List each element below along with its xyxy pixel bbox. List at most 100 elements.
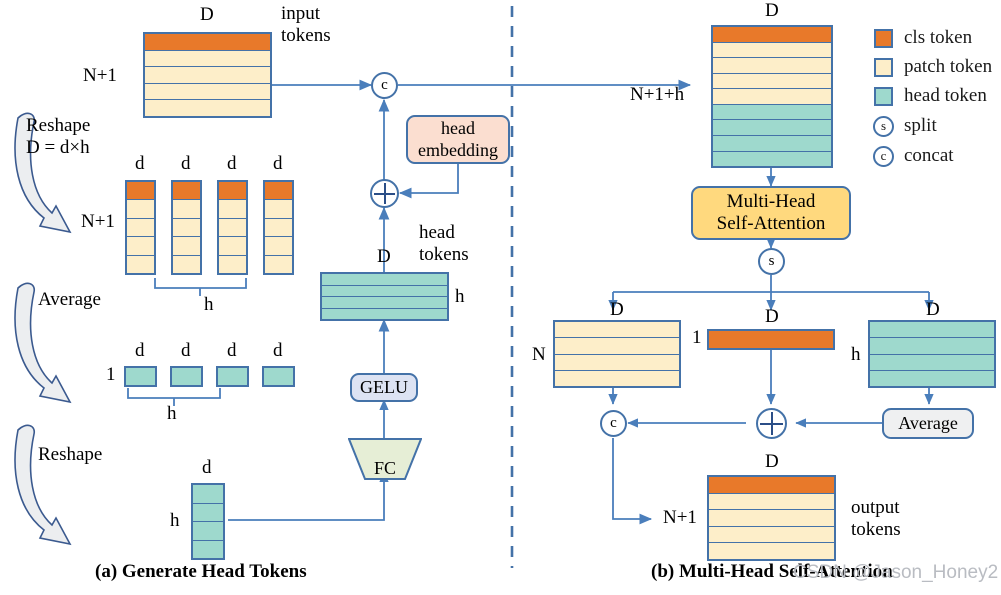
- reshape-1-label: Reshape D = d×h: [26, 115, 90, 160]
- token-row-patch: [713, 58, 831, 74]
- reshape-1-line1: Reshape: [26, 115, 91, 136]
- averaged-row-top-label: d: [135, 340, 145, 361]
- cls-token-swatch: [874, 28, 893, 48]
- token-row-patch: [265, 218, 292, 238]
- head-tokens-right-label: h: [455, 286, 465, 307]
- token-row-patch: [713, 42, 831, 59]
- input-tokens-caption: input tokens: [281, 3, 331, 48]
- averaged-row-brace-label: h: [167, 403, 177, 424]
- cls-branch-left-label: 1: [692, 327, 702, 348]
- token-row-patch: [555, 322, 679, 339]
- patch-branch-top-label: D: [610, 299, 624, 320]
- output-tokens-block: [707, 475, 836, 561]
- token-row-patch: [173, 200, 200, 219]
- token-row-patch: [127, 218, 154, 238]
- concat-operator-panel-a: c: [371, 72, 398, 99]
- split-operator: s: [758, 248, 785, 275]
- averaged-cell: [170, 366, 203, 387]
- legend-item-split: s split: [873, 115, 937, 137]
- token-row-patch: [555, 370, 679, 386]
- token-row-patch: [219, 200, 246, 219]
- legend-item-head-token: head token: [874, 85, 987, 107]
- mhsa-line1: Multi-Head: [726, 190, 816, 212]
- panel-a-caption: (a) Generate Head Tokens: [95, 561, 307, 582]
- head-tokens-caption-line1: head: [419, 222, 455, 243]
- token-row-head: [870, 338, 994, 355]
- averaged-row-top-label: d: [227, 340, 237, 361]
- head-branch-top-label: D: [926, 299, 940, 320]
- reshaped-col-top-label: d: [273, 153, 283, 174]
- head-embedding-block: head embedding: [406, 115, 510, 164]
- token-row-patch: [265, 237, 292, 256]
- patch-token-swatch: [874, 57, 893, 77]
- token-row-head: [870, 370, 994, 386]
- token-row-head: [713, 151, 831, 167]
- combined-tokens-block: [711, 25, 833, 168]
- token-row-patch: [173, 218, 200, 238]
- token-row-patch: [709, 510, 834, 527]
- token-row-patch: [173, 255, 200, 274]
- token-row-patch: [555, 354, 679, 371]
- token-row-head: [713, 135, 831, 152]
- average-block: Average: [882, 408, 974, 439]
- reshaped-columns-left-label: N+1: [81, 211, 115, 232]
- head-token-swatch: [874, 86, 893, 106]
- watermark: CSDN @Jason_Honey2: [793, 562, 999, 583]
- head-tokens-top-label: D: [377, 246, 391, 267]
- legend-item-patch-token: patch token: [874, 56, 992, 78]
- token-row-patch: [219, 237, 246, 256]
- token-row-head: [322, 274, 447, 286]
- figure-canvas: D N+1 input tokens Reshape D = d×h d d d…: [0, 0, 1001, 595]
- concat-operator-panel-b: c: [600, 410, 627, 437]
- token-row-head: [264, 368, 293, 385]
- token-row-head: [172, 368, 201, 385]
- token-row-cls: [219, 182, 246, 201]
- mhsa-line2: Self-Attention: [716, 213, 826, 234]
- token-row-patch: [265, 200, 292, 219]
- add-operator-panel-a: [370, 179, 399, 208]
- legend-item-concat: c concat: [873, 145, 954, 167]
- token-row-head: [713, 104, 831, 121]
- token-row-patch: [219, 255, 246, 274]
- output-tokens-caption-line1: output: [851, 497, 900, 518]
- legend-label: cls token: [904, 27, 973, 48]
- legend-label: head token: [904, 85, 987, 106]
- reshaped-column: [125, 180, 156, 275]
- input-tokens-caption-line1: input: [281, 3, 321, 24]
- token-row-head: [193, 540, 223, 558]
- head-column-left-label: h: [170, 510, 180, 531]
- token-row-head: [193, 522, 223, 541]
- input-tokens-top-label: D: [200, 4, 214, 25]
- reshaped-column: [171, 180, 202, 275]
- mhsa-block: Multi-Head Self-Attention: [691, 186, 851, 240]
- token-row-patch: [713, 73, 831, 90]
- token-row-patch: [127, 255, 154, 274]
- combined-tokens-left-label: N+1+h: [630, 84, 685, 105]
- token-row-patch: [555, 338, 679, 355]
- token-row-head: [322, 297, 447, 309]
- output-tokens-left-label: N+1: [663, 507, 697, 528]
- token-row-head: [193, 503, 223, 522]
- token-row-patch: [145, 50, 270, 68]
- legend-label: patch token: [904, 56, 993, 77]
- fc-block: FC: [347, 438, 423, 480]
- averaged-cell: [262, 366, 295, 387]
- head-embedding-line1: head: [441, 118, 475, 139]
- head-column-top-label: d: [202, 457, 212, 478]
- token-row-cls: [145, 34, 270, 51]
- head-embedding-line2: embedding: [418, 139, 498, 160]
- patch-branch-left-label: N: [532, 344, 546, 365]
- token-row-patch: [173, 237, 200, 256]
- token-row-patch: [145, 100, 270, 116]
- token-row-cls: [713, 27, 831, 43]
- fc-label: FC: [373, 458, 397, 478]
- token-row-head: [870, 322, 994, 339]
- averaged-row-top-label: d: [273, 340, 283, 361]
- patch-branch-block: [553, 320, 681, 388]
- token-row-cls: [173, 182, 200, 201]
- averaged-row-left-label: 1: [106, 364, 116, 385]
- average-step-label: Average: [38, 289, 101, 310]
- token-row-patch: [219, 218, 246, 238]
- averaged-cell: [124, 366, 157, 387]
- head-tokens-caption-line2: tokens: [419, 244, 469, 266]
